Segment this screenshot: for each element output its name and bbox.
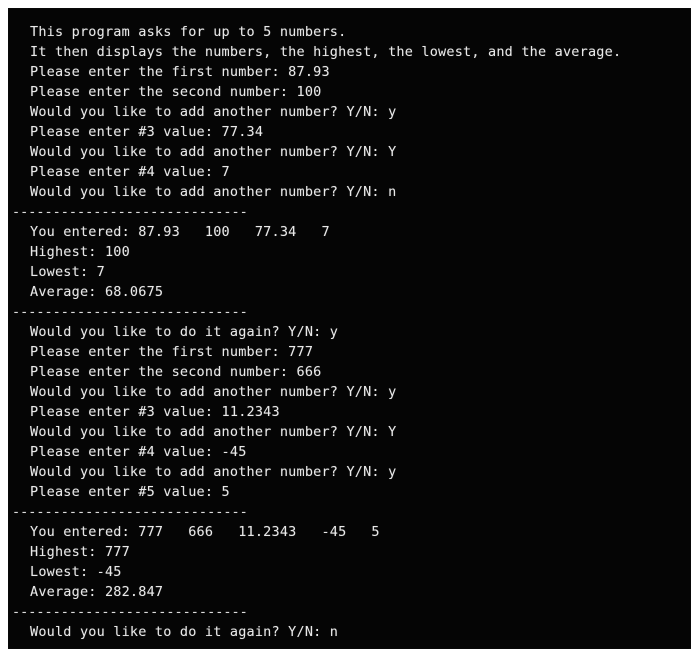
output-separator: ----------------------------- (12, 504, 248, 520)
output-line: Please enter the second number: 666 (30, 364, 322, 380)
output-line: Please enter the first number: 777 (30, 344, 314, 360)
output-line: You entered: 87.93 100 77.34 7 (30, 224, 330, 240)
output-line: Please enter #4 value: 7 (30, 164, 230, 180)
output-separator: ----------------------------- (12, 304, 248, 320)
output-line: Please enter #3 value: 11.2343 (30, 404, 280, 420)
output-line: Would you like to add another number? Y/… (30, 104, 397, 120)
output-line: Average: 68.0675 (30, 284, 164, 300)
output-line: Lowest: -45 (30, 564, 122, 580)
output-line: Would you like to do it again? Y/N: y (30, 324, 339, 340)
output-line: Please enter the first number: 87.93 (30, 64, 330, 80)
output-line: Would you like to do it again? Y/N: n (30, 624, 339, 640)
output-line: Lowest: 7 (30, 264, 105, 280)
output-line: Average: 282.847 (30, 584, 164, 600)
terminal-output: This program asks for up to 5 numbers. It… (8, 22, 691, 642)
output-line: Please enter #5 value: 5 (30, 484, 230, 500)
output-line: Highest: 100 (30, 244, 130, 260)
output-line: It then displays the numbers, the highes… (30, 44, 622, 60)
output-line: Would you like to add another number? Y/… (30, 144, 397, 160)
output-line: Would you like to add another number? Y/… (30, 384, 397, 400)
output-separator: ----------------------------- (12, 204, 248, 220)
output-line: Would you like to add another number? Y/… (30, 424, 397, 440)
output-separator: ----------------------------- (12, 604, 248, 620)
output-line: Would you like to add another number? Y/… (30, 184, 397, 200)
output-line: Please enter #3 value: 77.34 (30, 124, 264, 140)
output-line: You entered: 777 666 11.2343 -45 5 (30, 524, 380, 540)
output-line: Please enter #4 value: -45 (30, 444, 247, 460)
output-line: Highest: 777 (30, 544, 130, 560)
output-line: Would you like to add another number? Y/… (30, 464, 397, 480)
output-line: Please enter the second number: 100 (30, 84, 322, 100)
console-page: This program asks for up to 5 numbers. It… (0, 0, 700, 660)
output-line: This program asks for up to 5 numbers. (30, 24, 347, 40)
terminal-window[interactable]: This program asks for up to 5 numbers. It… (8, 8, 691, 649)
